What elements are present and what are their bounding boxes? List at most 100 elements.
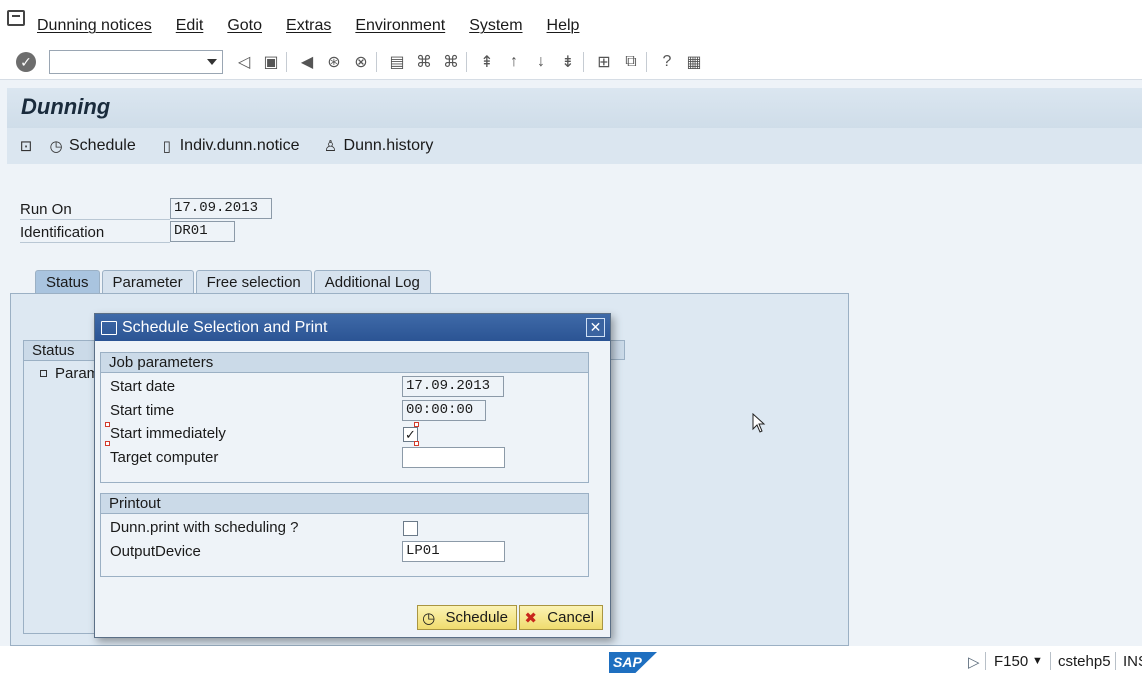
document-icon: ▯ [162,138,171,155]
insert-mode: INS [1123,653,1142,670]
standard-toolbar: ✓ ◁ ▣ ◀ ⊛ ⊗ ▤ ⌘ ⌘ ⇞ ↑ ↓ ⇟ ⊞ ⧉ ? ▦ [0,44,1142,80]
status-group-header: Status [24,341,102,361]
cancel-button-label: Cancel [547,609,594,626]
status-group-header-end [611,340,625,360]
dunn-print-label: Dunn.print with scheduling ? [110,519,299,536]
start-date-label: Start date [110,378,176,395]
shortcut-icon[interactable]: ⧉ [620,51,642,73]
toolbar-separator [286,51,287,72]
transaction-code[interactable]: F150 [994,653,1028,670]
sap-logo: SAP [609,652,657,673]
tab-status[interactable]: Status [35,270,100,294]
selection-handle [105,422,110,427]
indiv-dunning-notice-button[interactable]: ▯ Indiv.dunn.notice [158,137,300,155]
menu-goto[interactable]: Goto [227,17,262,35]
printout-group: Printout Dunn.print with scheduling ? Ou… [100,493,589,577]
toolbar-separator [646,51,647,72]
schedule-toolbar-button[interactable]: ◷ Schedule [47,137,136,155]
schedule-button[interactable]: ◷ Schedule [417,605,517,630]
menu-dunning-notices[interactable]: Dunning notices [37,17,152,35]
menu-edit[interactable]: Edit [176,17,204,35]
back-icon[interactable]: ◁ [233,51,255,73]
person-icon: ♙ [323,138,338,155]
schedule-label: Schedule [69,137,136,154]
edit-parameters-button[interactable]: ⊡ [17,137,39,155]
back-nav-icon[interactable]: ◀ [296,51,318,73]
start-time-label: Start time [110,402,175,419]
cancel-icon: ✖ [524,609,537,627]
find-next-icon[interactable]: ⌘ [440,51,462,73]
toolbar-separator [583,51,584,72]
clock-icon: ◷ [422,609,436,627]
job-parameters-header: Job parameters [101,353,588,373]
dialog-title: Schedule Selection and Print [122,318,328,336]
application-toolbar: ⊡ ◷ Schedule ▯ Indiv.dunn.notice ♙ Dunn.… [7,128,1142,164]
window-icon [101,320,117,335]
job-parameters-group: Job parameters Start date 17.09.2013 Sta… [100,352,589,483]
server-name: cstehp5 [1058,653,1111,670]
find-icon[interactable]: ⌘ [413,51,435,73]
menu-bar: Dunning notices Edit Goto Extras Environ… [0,0,1142,44]
next-page-icon[interactable]: ↓ [530,51,552,73]
menu-system[interactable]: System [469,17,522,35]
start-time-field[interactable]: 00:00:00 [402,400,486,421]
menu-help[interactable]: Help [547,17,580,35]
page-title: Dunning [21,94,111,119]
statusbar-separator [1050,652,1051,670]
selection-handle [105,441,110,446]
menu-environment[interactable]: Environment [355,17,445,35]
toolbar-separator [376,51,377,72]
cancel-button[interactable]: ✖ Cancel [519,605,603,630]
status-group: Status Param [23,340,103,634]
print-icon[interactable]: ▤ [386,51,408,73]
cancel-icon[interactable]: ⊗ [350,51,372,73]
dunn-print-checkbox[interactable] [403,521,418,536]
selection-handle [414,422,419,427]
start-date-field[interactable]: 17.09.2013 [402,376,504,397]
layout-icon[interactable]: ▦ [683,51,705,73]
chevron-down-icon[interactable]: ▼ [1032,655,1043,667]
status-item-label: Param [55,365,100,382]
dialog-title-bar: Schedule Selection and Print [95,314,610,341]
output-device-label: OutputDevice [110,543,201,560]
selection-handle [414,441,419,446]
last-page-icon[interactable]: ⇟ [557,51,579,73]
target-computer-field[interactable] [402,447,505,468]
title-bar: Dunning [7,88,1142,128]
tab-free-selection[interactable]: Free selection [195,270,312,294]
run-on-field[interactable]: 17.09.2013 [170,198,272,219]
prev-page-icon[interactable]: ↑ [503,51,525,73]
statusbar-separator [985,652,986,670]
enter-icon[interactable]: ✓ [16,51,36,72]
start-immediately-checkbox[interactable]: ✓ [403,427,418,442]
save-icon[interactable]: ▣ [260,51,282,73]
statusbar-separator [1115,652,1116,670]
chevron-down-icon[interactable] [207,58,217,65]
target-computer-label: Target computer [110,449,219,466]
toolbar-separator [466,51,467,72]
close-icon[interactable]: ✕ [586,318,605,337]
first-page-icon[interactable]: ⇞ [476,51,498,73]
start-immediately-label: Start immediately [110,425,226,442]
schedule-selection-dialog: Schedule Selection and Print ✕ Job param… [94,313,611,638]
help-icon[interactable]: ? [656,51,678,73]
output-device-field[interactable]: LP01 [402,541,505,562]
identification-field[interactable]: DR01 [170,221,235,242]
identification-label: Identification [20,224,170,243]
new-session-icon[interactable]: ⊞ [593,51,615,73]
exit-icon[interactable]: ⊛ [323,51,345,73]
bullet-icon [40,370,47,377]
run-on-label: Run On [20,201,170,220]
history-label: Dunn.history [343,137,434,154]
window-menu-icon[interactable] [7,10,25,26]
play-icon[interactable]: ▷ [968,653,980,671]
menu-extras[interactable]: Extras [286,17,331,35]
dunning-history-button[interactable]: ♙ Dunn.history [322,137,434,155]
tab-parameter[interactable]: Parameter [101,270,194,294]
edit-icon: ⊡ [19,138,33,155]
tab-additional-log[interactable]: Additional Log [313,270,431,294]
printout-header: Printout [101,494,588,514]
schedule-button-label: Schedule [445,609,508,626]
tab-strip: Status Parameter Free selection Addition… [35,270,433,294]
command-field[interactable] [49,49,223,74]
